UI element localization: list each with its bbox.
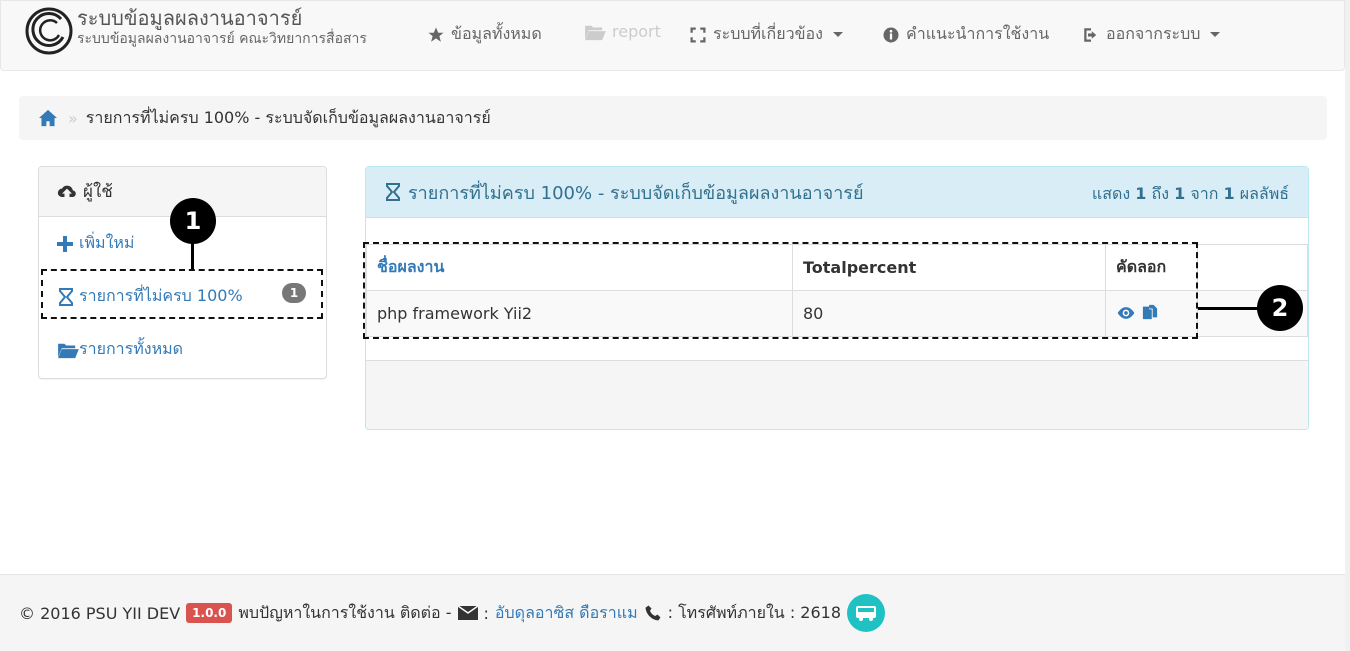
copyright-text: © 2016 PSU YII DEV — [19, 603, 181, 623]
summary-to-word: ถึง — [1151, 184, 1170, 203]
panel-title: รายการที่ไม่ครบ 100% - ระบบจัดเก็บข้อมูล… — [408, 182, 864, 204]
nav-related-systems[interactable]: ระบบที่เกี่ยวข้อง — [689, 22, 843, 47]
nav-all-data[interactable]: ข้อมูลทั้งหมด — [427, 22, 542, 47]
breadcrumb-separator: » — [68, 108, 78, 128]
top-navbar: ระบบข้อมูลผลงานอาจารย์ ระบบข้อมูลผลงานอา… — [0, 0, 1345, 71]
problem-text: พบปัญหาในการใช้งาน ติดต่อ - — [238, 602, 452, 622]
summary-prefix: แสดง — [1091, 184, 1131, 203]
sidebar-item-label: รายการทั้งหมด — [79, 339, 184, 358]
sidebar-item-add-new[interactable]: เพิ่มใหม่ — [57, 231, 134, 256]
colon-separator: : — [483, 603, 489, 623]
breadcrumb: » รายการที่ไม่ครบ 100% - ระบบจัดเก็บข้อม… — [19, 96, 1327, 140]
summary-total: 1 — [1223, 184, 1235, 203]
annotation-callout-2: 2 — [1257, 285, 1303, 331]
brand-subtitle: ระบบข้อมูลผลงานอาจารย์ คณะวิทยาการสื่อสา… — [77, 31, 367, 47]
caret-down-icon — [1210, 32, 1221, 37]
logout-icon — [1084, 27, 1097, 42]
fullscreen-icon — [690, 27, 706, 42]
sidebar-item-label: เพิ่มใหม่ — [79, 233, 135, 252]
contact-link[interactable]: อับดุลอาซิส ดือราแม — [495, 601, 638, 626]
plus-icon — [57, 235, 73, 252]
annotation-line-2 — [1198, 307, 1260, 310]
nav-report-label: report — [612, 22, 661, 41]
phone-icon — [645, 605, 661, 621]
star-icon — [428, 27, 444, 42]
sidebar-item-all[interactable]: รายการทั้งหมด — [57, 337, 183, 362]
summary-of-word: จาก — [1190, 184, 1219, 203]
logo-icon — [25, 7, 73, 55]
info-circle-icon — [883, 27, 899, 42]
phone-text: : โทรศัพท์ภายใน : 2618 — [667, 602, 842, 622]
page-footer: © 2016 PSU YII DEV 1.0.0 พบปัญหาในการใช้… — [0, 574, 1345, 651]
cloud-upload-icon — [57, 185, 76, 197]
nav-all-data-label: ข้อมูลทั้งหมด — [451, 24, 542, 43]
summary-suffix: ผลลัพธ์ — [1239, 184, 1289, 203]
column-header-empty — [1197, 244, 1308, 291]
caret-down-icon — [832, 32, 843, 37]
result-summary: แสดง 1 ถึง 1 จาก 1 ผลลัพธ์ — [1092, 182, 1289, 207]
brand-title: ระบบข้อมูลผลงานอาจารย์ — [77, 6, 303, 30]
envelope-icon — [457, 606, 478, 620]
annotation-line-1 — [191, 240, 194, 269]
nav-guide[interactable]: คำแนะนำการใช้งาน — [882, 22, 1049, 47]
home-icon[interactable] — [38, 109, 58, 127]
brand[interactable]: ระบบข้อมูลผลงานอาจารย์ ระบบข้อมูลผลงานอา… — [25, 7, 367, 55]
version-badge: 1.0.0 — [186, 603, 233, 623]
annotation-box-1 — [41, 269, 323, 319]
summary-from: 1 — [1135, 184, 1147, 203]
bus-icon[interactable] — [847, 594, 886, 632]
hourglass-icon — [386, 183, 400, 201]
user-menu-title: ผู้ใช้ — [83, 182, 113, 202]
nav-guide-label: คำแนะนำการใช้งาน — [906, 24, 1050, 43]
panel-footer — [366, 360, 1308, 429]
summary-to: 1 — [1174, 184, 1186, 203]
breadcrumb-current: รายการที่ไม่ครบ 100% - ระบบจัดเก็บข้อมูล… — [85, 107, 491, 127]
nav-logout[interactable]: ออกจากระบบ — [1082, 22, 1221, 47]
annotation-callout-1: 1 — [170, 198, 216, 244]
nav-logout-label: ออกจากระบบ — [1106, 24, 1201, 43]
folder-open-icon — [585, 25, 606, 40]
folder-open-icon — [58, 343, 79, 358]
nav-report[interactable]: report — [584, 22, 661, 41]
scrollbar[interactable] — [1345, 0, 1350, 651]
nav-related-systems-label: ระบบที่เกี่ยวข้อง — [713, 24, 823, 43]
annotation-box-2 — [363, 242, 1198, 339]
